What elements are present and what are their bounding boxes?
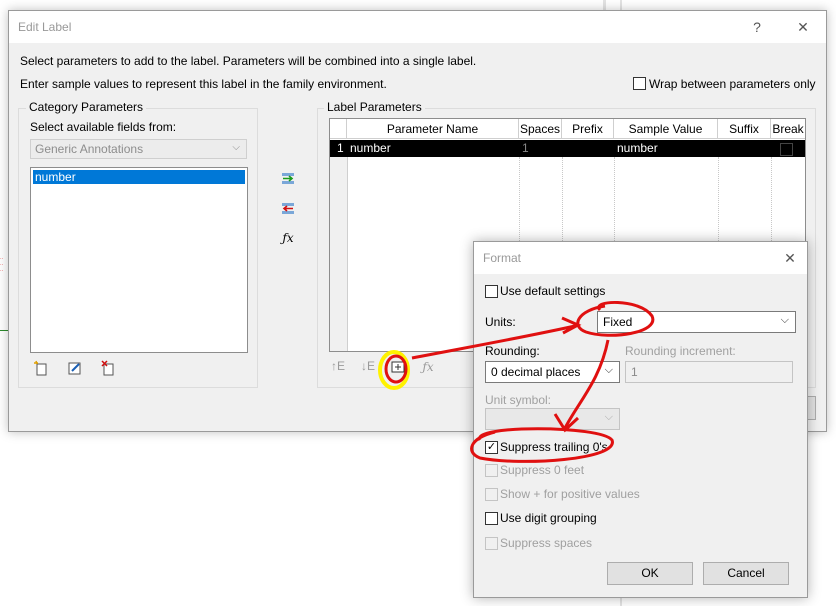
arrow-to-units [411,316,582,360]
format-icon-circle [384,354,408,384]
suppress-circle [470,427,614,463]
units-circle [576,301,655,337]
arrow-to-suppress [553,339,610,433]
annotation-overlay [378,301,655,463]
